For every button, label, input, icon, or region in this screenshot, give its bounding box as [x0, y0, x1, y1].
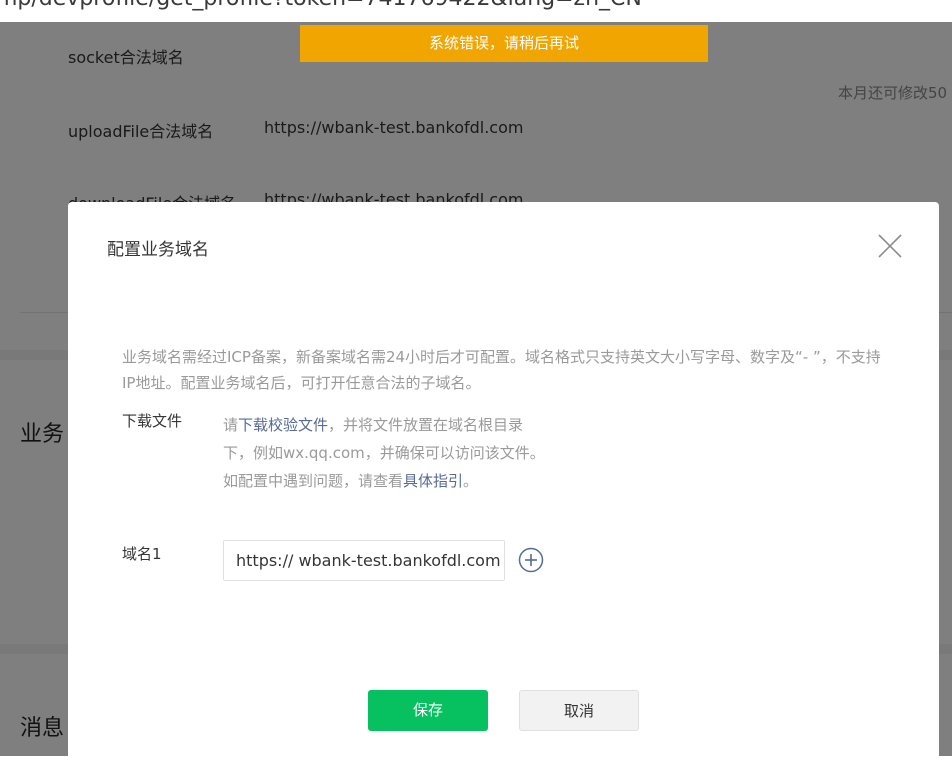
save-button[interactable]: 保存: [368, 690, 488, 731]
cancel-button[interactable]: 取消: [519, 690, 639, 731]
download-file-instructions: 请下载校验文件，并将文件放置在域名根目录下，例如wx.qq.com，并确保可以访…: [223, 411, 548, 495]
dialog-title: 配置业务域名: [107, 240, 209, 260]
download-verify-file-link[interactable]: 下载校验文件: [238, 416, 328, 434]
guide-link[interactable]: 具体指引: [403, 472, 463, 490]
browser-address-bar[interactable]: mp/devprofile/get_profile?token=74176942…: [0, 0, 952, 22]
domain-1-label: 域名1: [122, 545, 162, 563]
plus-circle-icon[interactable]: [518, 547, 544, 573]
instruction-text: 请: [223, 416, 239, 434]
download-file-label: 下载文件: [122, 412, 183, 430]
instruction-text: 。: [463, 472, 479, 490]
dialog-description: 业务域名需经过ICP备案，新备案域名需24小时后才可配置。域名格式只支持英文大小…: [122, 348, 881, 392]
domain-1-input[interactable]: [223, 540, 505, 581]
error-toast: 系统错误，请稍后再试: [300, 25, 708, 62]
address-bar-url: mp/devprofile/get_profile?token=74176942…: [0, 0, 642, 11]
close-icon[interactable]: [877, 233, 903, 259]
config-business-domain-dialog: 配置业务域名 业务域名需经过ICP备案，新备案域名需24小时后才可配置。域名格式…: [68, 202, 939, 762]
